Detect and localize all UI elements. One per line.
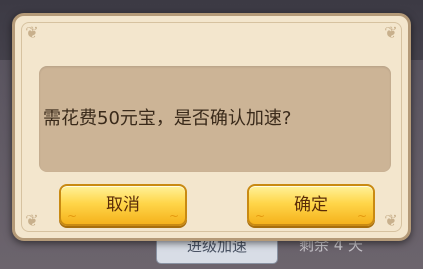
corner-ornament-icon: ❦ [384,23,398,42]
game-scene: 进级加速 剩余 4 天 ❦ ❦ ❦ ❦ 需花费50元宝，是否确认加速? ~ 取消… [0,0,423,269]
swirl-icon: ~ [67,209,78,223]
dialog-message: 需花费50元宝，是否确认加速? [43,108,292,129]
message-box: 需花费50元宝，是否确认加速? [39,66,391,172]
swirl-icon: ~ [168,209,179,223]
swirl-icon: ~ [255,209,266,223]
corner-ornament-icon: ❦ [25,23,39,42]
confirm-button[interactable]: ~ 确定 ~ [247,184,375,226]
corner-ornament-icon: ❦ [384,211,398,230]
cancel-button-label: 取消 [106,195,140,215]
cancel-button[interactable]: ~ 取消 ~ [59,184,187,226]
corner-ornament-icon: ❦ [25,211,39,230]
confirm-dialog: ❦ ❦ ❦ ❦ 需花费50元宝，是否确认加速? ~ 取消 ~ ~ 确定 ~ [12,13,411,241]
confirm-button-label: 确定 [294,195,328,215]
swirl-icon: ~ [356,209,367,223]
